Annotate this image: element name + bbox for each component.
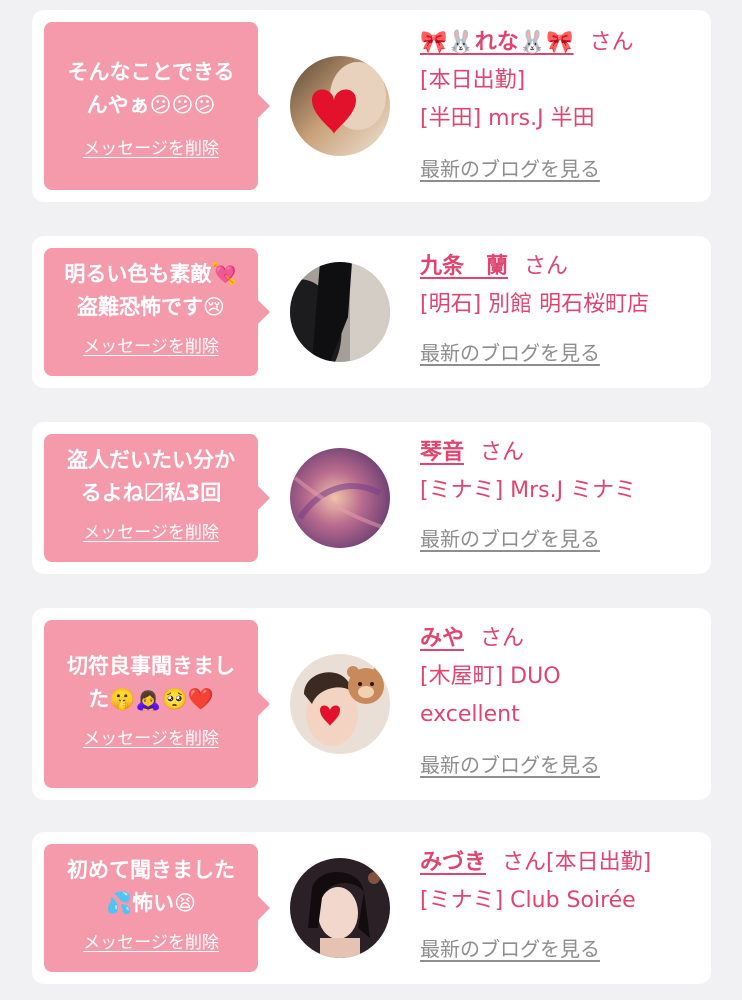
shop-line: [木屋町] DUO: [420, 664, 561, 689]
girl-name-link[interactable]: 琴音: [420, 440, 464, 465]
message-bubble: 切符良事聞きまし た🤫🙇‍♀️🥺❤️ メッセージを削除: [44, 620, 270, 788]
bear-sticker-photo-icon: [290, 654, 390, 754]
delete-message-button[interactable]: メッセージを削除: [83, 724, 219, 749]
latest-blog-link[interactable]: 最新のブログを見る: [420, 746, 600, 784]
message-card: 盗人だいたい分か るよね〼私3回 メッセージを削除 琴音 さん [ミナミ] Mrs…: [32, 422, 711, 574]
message-text: 盗人だいたい分か るよね〼私3回: [67, 448, 235, 505]
delete-message-button[interactable]: メッセージを削除: [83, 518, 219, 543]
honorific: さん: [480, 626, 525, 651]
message-bubble: 明るい色も素敵💘 盗難恐怖です😢 メッセージを削除: [44, 248, 270, 376]
shop-line: [明石] 別館 明石桜町店: [420, 292, 650, 317]
honorific: さん: [480, 440, 525, 465]
avatar[interactable]: [290, 262, 390, 362]
info-line: [本日出勤]: [420, 68, 526, 93]
heart-sticker-photo-icon: [290, 56, 390, 156]
profile-info: みや さん [木屋町] DUO excellent 最新のブログを見る: [420, 620, 710, 785]
message-card: 初めて聞きました 💦怖い😫 メッセージを削除 みづき さん[本日出勤] [ミナミ]…: [32, 832, 711, 984]
shop-line-continued: excellent: [420, 702, 520, 727]
message-bubble: 盗人だいたい分か るよね〼私3回 メッセージを削除: [44, 434, 270, 562]
latest-blog-link[interactable]: 最新のブログを見る: [420, 520, 600, 558]
message-card: 明るい色も素敵💘 盗難恐怖です😢 メッセージを削除 九条 蘭さん [明石] 別館…: [32, 236, 711, 388]
latest-blog-link[interactable]: 最新のブログを見る: [420, 150, 600, 188]
girl-name-link[interactable]: みや: [420, 626, 464, 651]
honorific: さん: [524, 254, 569, 279]
message-bubble: そんなことできる んやぁ😕😕😕 メッセージを削除: [44, 22, 270, 190]
avatar[interactable]: [290, 56, 390, 156]
message-text: 明るい色も素敵💘 盗難恐怖です😢: [64, 262, 238, 319]
girl-name-link[interactable]: みづき: [420, 850, 486, 875]
honorific: さん[本日出勤]: [502, 850, 652, 875]
purple-blur-photo-icon: [290, 448, 390, 548]
latest-blog-link[interactable]: 最新のブログを見る: [420, 334, 600, 372]
delete-message-button[interactable]: メッセージを削除: [83, 332, 219, 357]
message-text: 切符良事聞きまし た🤫🙇‍♀️🥺❤️: [67, 654, 235, 711]
delete-message-button[interactable]: メッセージを削除: [83, 928, 219, 953]
girl-name-link[interactable]: 🎀🐰れな🐰🎀: [420, 30, 574, 55]
message-text: そんなことできる んやぁ😕😕😕: [67, 60, 235, 117]
avatar[interactable]: [290, 448, 390, 548]
message-card: そんなことできる んやぁ😕😕😕 メッセージを削除 🎀🐰れな🐰🎀 さん [本日出勤]…: [32, 10, 711, 202]
dark-portrait-photo-icon: [290, 262, 390, 362]
latest-blog-link[interactable]: 最新のブログを見る: [420, 930, 600, 968]
shop-line: [ミナミ] Mrs.J ミナミ: [420, 478, 637, 503]
shop-line: [ミナミ] Club Soirée: [420, 888, 636, 913]
message-bubble: 初めて聞きました 💦怖い😫 メッセージを削除: [44, 844, 270, 972]
avatar[interactable]: [290, 858, 390, 958]
profile-info: みづき さん[本日出勤] [ミナミ] Club Soirée 最新のブログを見る: [420, 844, 710, 969]
profile-info: 琴音 さん [ミナミ] Mrs.J ミナミ 最新のブログを見る: [420, 434, 710, 559]
profile-info: 🎀🐰れな🐰🎀 さん [本日出勤] [半田] mrs.J 半田 最新のブログを見る: [420, 24, 710, 189]
girl-name-link[interactable]: 九条 蘭: [420, 254, 508, 279]
honorific: さん: [589, 30, 634, 55]
message-card: 切符良事聞きまし た🤫🙇‍♀️🥺❤️ メッセージを削除 みや さん [木屋町] D…: [32, 608, 711, 800]
message-text: 初めて聞きました 💦怖い😫: [67, 858, 235, 915]
shop-line: [半田] mrs.J 半田: [420, 106, 595, 131]
portrait-photo-icon: [290, 858, 390, 958]
delete-message-button[interactable]: メッセージを削除: [83, 134, 219, 159]
avatar[interactable]: [290, 654, 390, 754]
profile-info: 九条 蘭さん [明石] 別館 明石桜町店 最新のブログを見る: [420, 248, 710, 373]
